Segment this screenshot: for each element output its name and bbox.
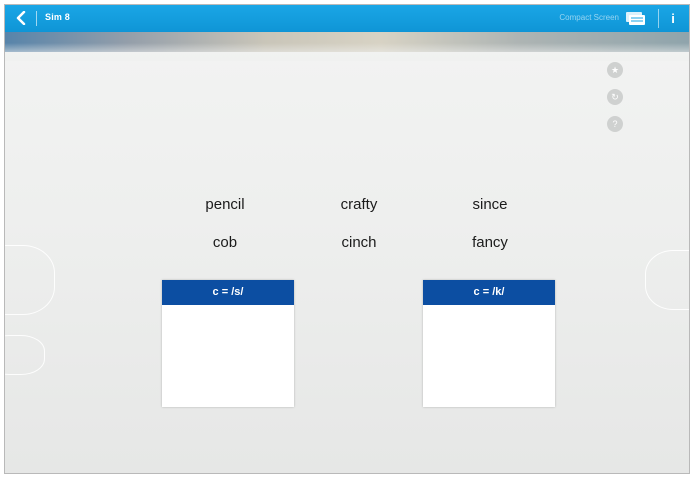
word-tile[interactable]: cob bbox=[180, 234, 270, 251]
star-icon[interactable]: ★ bbox=[607, 62, 623, 78]
info-button[interactable]: i bbox=[667, 9, 679, 28]
drop-zone[interactable] bbox=[423, 305, 555, 407]
word-tile[interactable]: crafty bbox=[314, 196, 404, 213]
sort-box-soft-c: c = /s/ bbox=[162, 280, 294, 407]
drop-zone[interactable] bbox=[162, 305, 294, 407]
help-icon[interactable]: ? bbox=[607, 116, 623, 132]
compact-screen-label[interactable]: Compact Screen bbox=[559, 13, 619, 22]
sort-box-hard-c: c = /k/ bbox=[423, 280, 555, 407]
divider bbox=[36, 11, 37, 26]
category-header: c = /s/ bbox=[162, 280, 294, 305]
chevron-left-icon bbox=[16, 11, 26, 25]
word-tile[interactable]: cinch bbox=[314, 234, 404, 251]
header-strip-fade bbox=[5, 43, 689, 61]
top-bar: Sim 8 Compact Screen i bbox=[5, 5, 689, 32]
word-tile[interactable]: pencil bbox=[180, 196, 270, 213]
word-tile[interactable]: fancy bbox=[445, 234, 535, 251]
app-frame: Sim 8 Compact Screen i ★ ↻ ? pencil craf… bbox=[4, 4, 690, 474]
background-shape bbox=[5, 245, 55, 315]
divider bbox=[658, 9, 659, 28]
background-shape bbox=[5, 335, 45, 375]
refresh-icon[interactable]: ↻ bbox=[607, 89, 623, 105]
flashcards-icon[interactable] bbox=[625, 11, 647, 26]
category-header: c = /k/ bbox=[423, 280, 555, 305]
back-button[interactable] bbox=[11, 8, 31, 28]
app-title: Sim 8 bbox=[45, 12, 71, 22]
background-shape bbox=[645, 250, 689, 310]
word-tile[interactable]: since bbox=[445, 196, 535, 213]
